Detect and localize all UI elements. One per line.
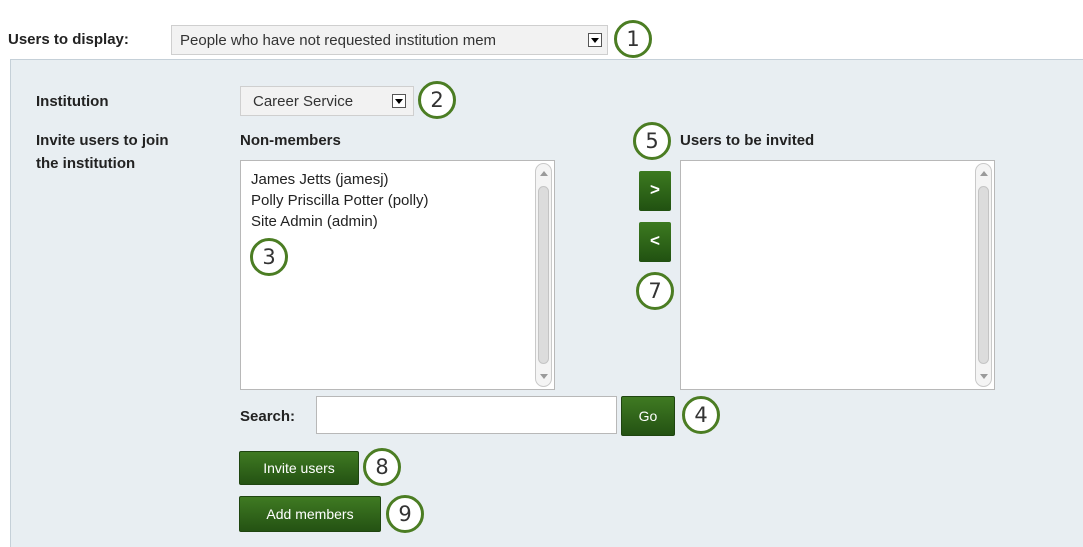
callout-8: 8 (363, 448, 401, 486)
go-button[interactable]: Go (621, 396, 675, 436)
scrollbar[interactable] (975, 163, 992, 387)
scroll-up-icon (980, 171, 988, 176)
invited-header: Users to be invited (680, 132, 815, 149)
nonmembers-header: Non-members (240, 132, 341, 149)
callout-4: 4 (682, 396, 720, 434)
move-right-button[interactable]: > (639, 171, 671, 211)
callout-1: 1 (614, 20, 652, 58)
search-input[interactable] (316, 396, 617, 434)
move-left-button[interactable]: < (639, 222, 671, 262)
chevron-down-icon (392, 94, 406, 108)
scroll-down-icon (540, 374, 548, 379)
callout-3: 3 (250, 238, 288, 276)
add-members-button[interactable]: Add members (239, 496, 381, 532)
invite-label-line1: Invite users to join (36, 132, 169, 149)
institution-select[interactable]: Career Service (240, 86, 414, 116)
callout-5: 5 (633, 122, 671, 160)
users-to-display-label: Users to display: (8, 31, 129, 48)
list-item[interactable]: Site Admin (admin) (251, 213, 378, 230)
scroll-up-icon (540, 171, 548, 176)
invite-users-button[interactable]: Invite users (239, 451, 359, 485)
scrollbar-thumb[interactable] (538, 186, 549, 364)
users-to-display-value: People who have not requested institutio… (180, 32, 497, 49)
institution-label: Institution (36, 93, 109, 110)
invite-label-line2: the institution (36, 155, 136, 172)
list-item[interactable]: Polly Priscilla Potter (polly) (251, 192, 429, 209)
callout-2: 2 (418, 81, 456, 119)
callout-7: 7 (636, 272, 674, 310)
scrollbar[interactable] (535, 163, 552, 387)
search-label: Search: (240, 408, 296, 425)
scrollbar-thumb[interactable] (978, 186, 989, 364)
institution-value: Career Service (253, 93, 354, 110)
scroll-down-icon (980, 374, 988, 379)
nonmembers-list[interactable]: James Jetts (jamesj) Polly Priscilla Pot… (240, 160, 555, 390)
chevron-down-icon (588, 33, 602, 47)
callout-9: 9 (386, 495, 424, 533)
users-to-display-select[interactable]: People who have not requested institutio… (171, 25, 608, 55)
list-item[interactable]: James Jetts (jamesj) (251, 171, 389, 188)
invited-list[interactable] (680, 160, 995, 390)
